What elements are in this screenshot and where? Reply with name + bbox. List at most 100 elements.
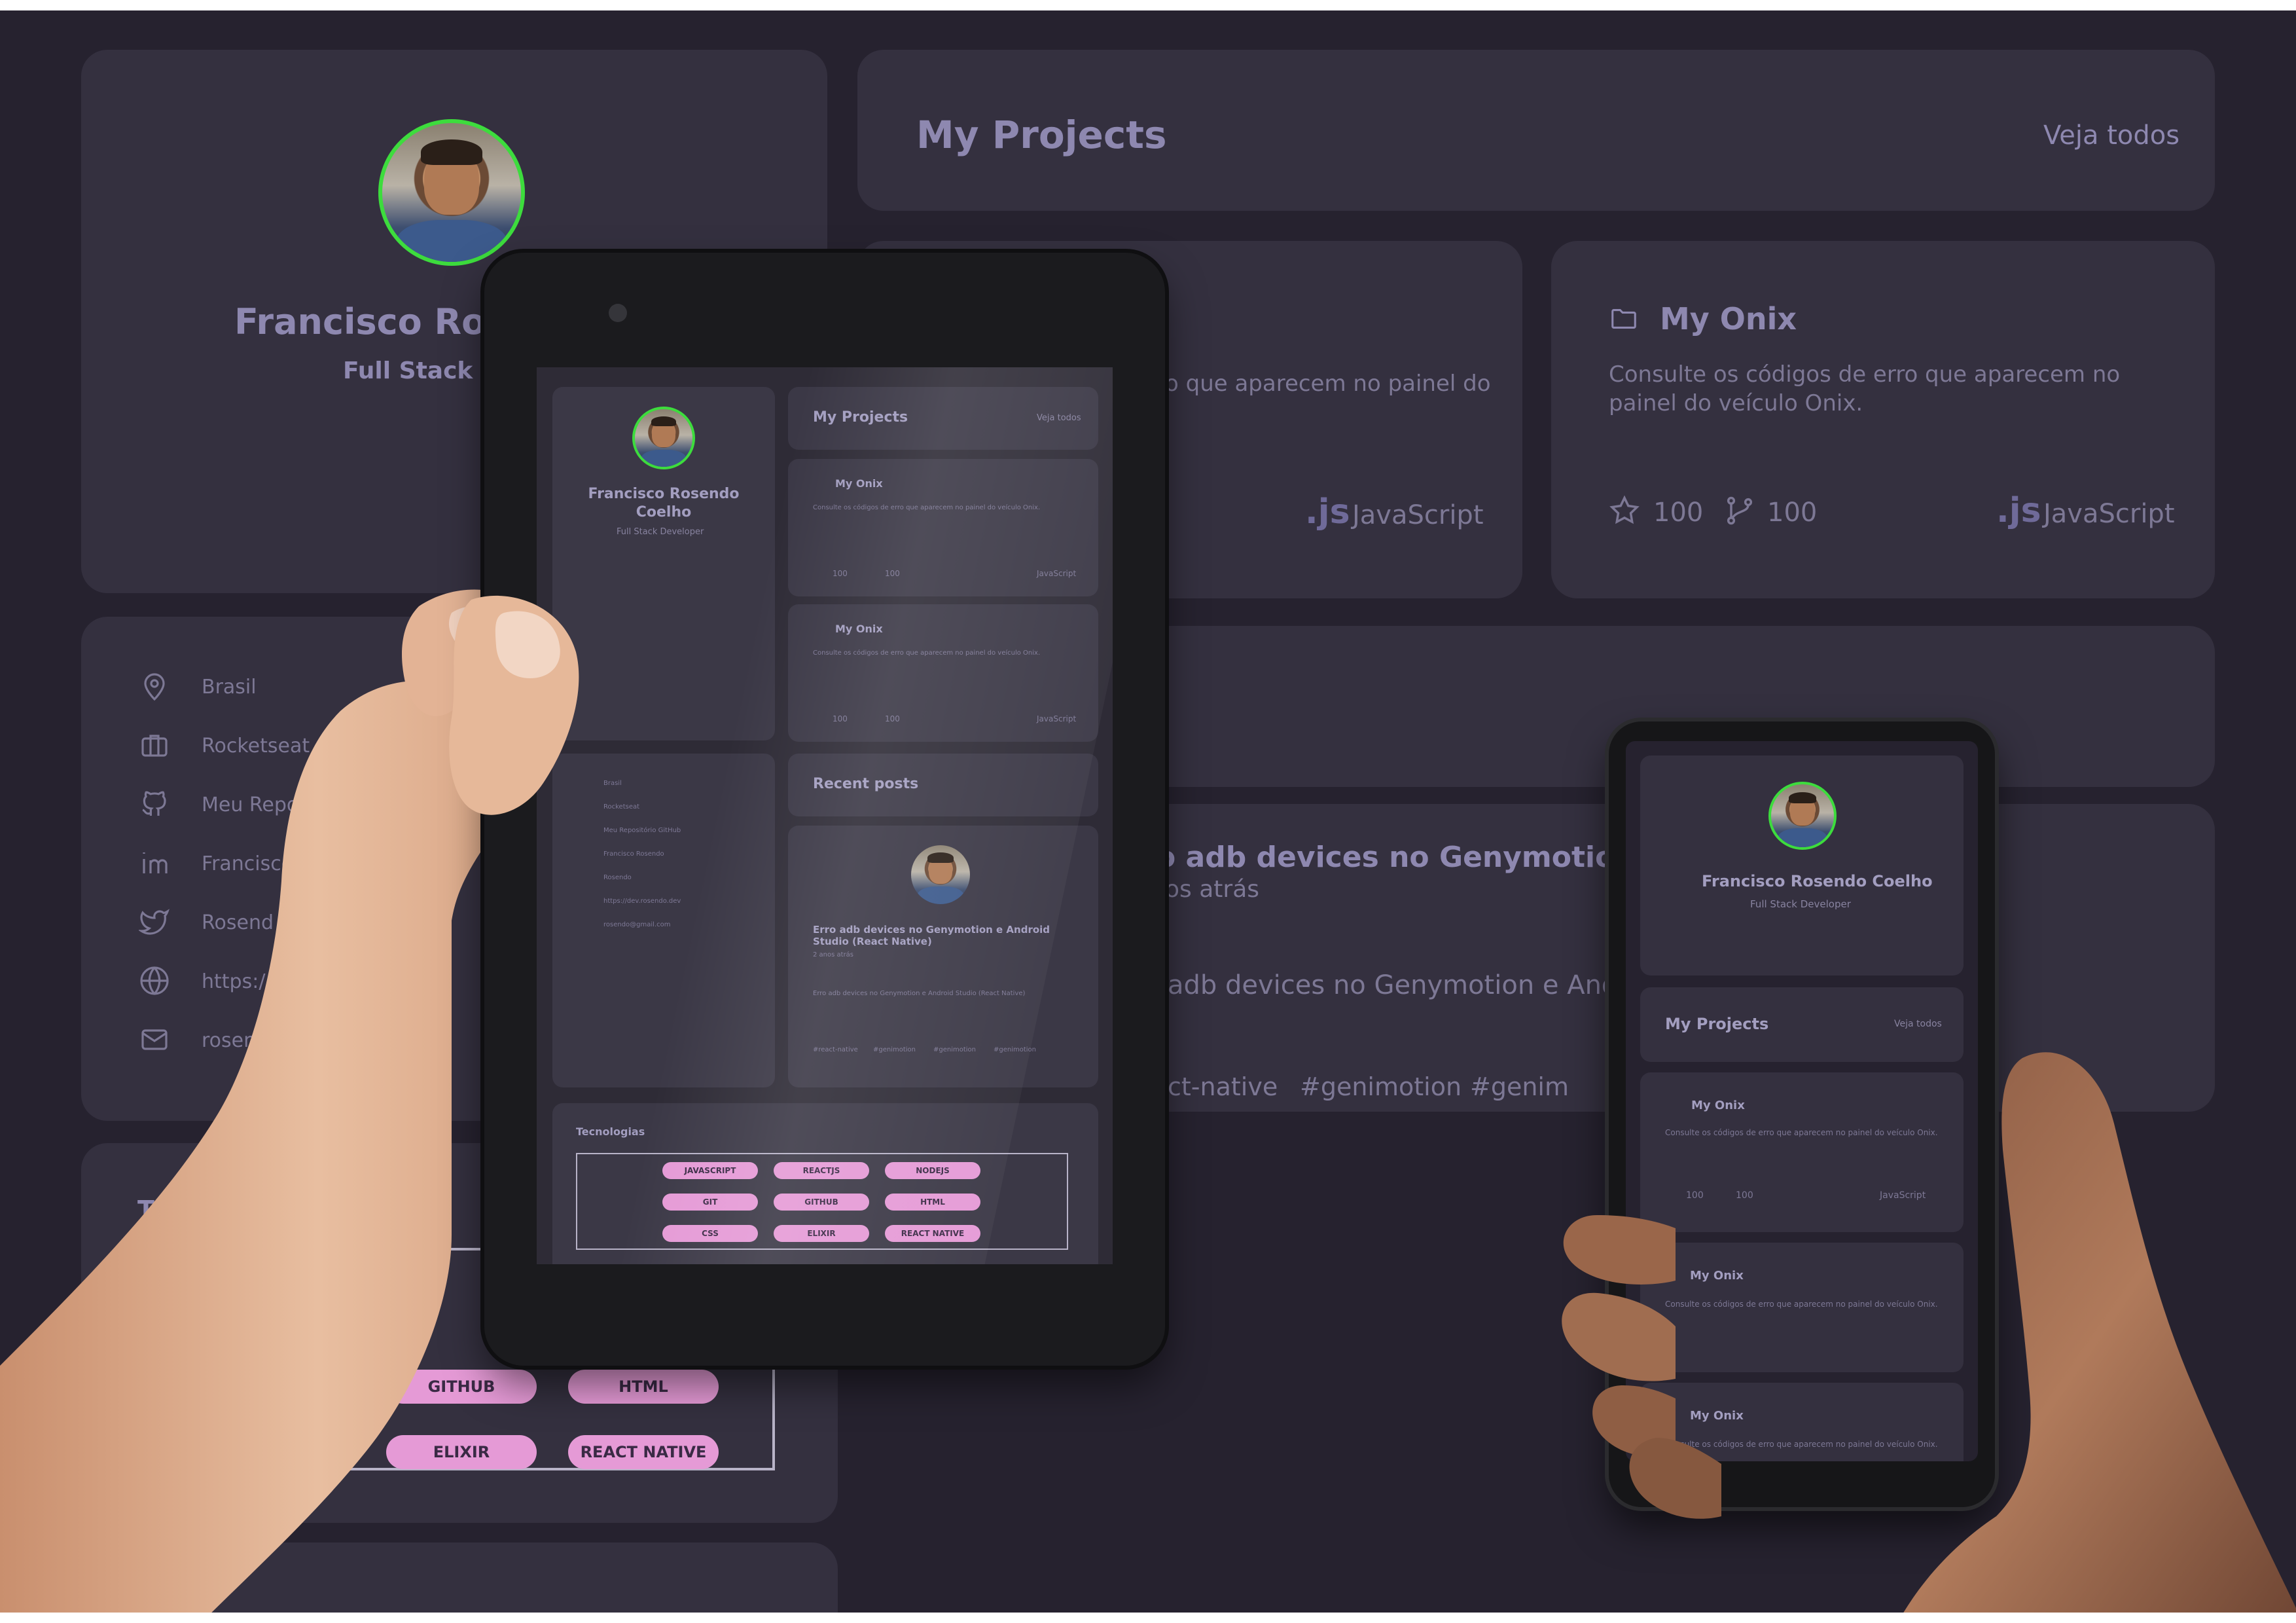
sidebar-item-twitter[interactable]: Rosend <box>202 911 274 934</box>
see-all-link[interactable]: Veja todos <box>2043 120 2179 151</box>
linkedin-icon <box>143 852 168 873</box>
avatar <box>1768 782 1837 850</box>
tech-pill-github: GITHUB <box>386 1370 537 1404</box>
tablet-post-tag[interactable]: #react-native <box>813 1046 858 1055</box>
phone-screen: Francisco Rosendo Coelho Full Stack Deve… <box>1626 741 1978 1461</box>
tablet-profile-name-line1: Francisco Rosendo <box>588 486 740 502</box>
phone-profile-name: Francisco Rosendo Coelho <box>1702 872 1933 890</box>
phone-device: Francisco Rosendo Coelho Full Stack Deve… <box>1609 721 1995 1507</box>
phone-project-card[interactable]: My Onix Consulte os códigos de erro que … <box>1640 1243 1964 1372</box>
tablet-recent-posts-title: Recent posts <box>813 776 919 792</box>
tablet-tech-pill: ELIXIR <box>774 1225 869 1242</box>
project-title: My Onix <box>1660 301 1797 337</box>
tablet-see-all-link[interactable]: Veja todos <box>1037 413 1081 423</box>
sidebar-item-email[interactable]: rosend <box>202 1029 268 1052</box>
tablet-tech-card: Tecnologias JAVASCRIPT REACTJS NODEJS GI… <box>552 1103 1098 1264</box>
avatar <box>911 845 970 904</box>
phone-project-title: My Onix <box>1690 1409 1744 1423</box>
phone-projects-title: My Projects <box>1665 1015 1769 1033</box>
tablet-tech-pill: CSS <box>662 1225 758 1242</box>
star-icon <box>1609 495 1640 524</box>
phone-project-description: Consulte os códigos de erro que aparecem… <box>1665 1440 1938 1449</box>
phone-project-stars: 100 <box>1686 1190 1704 1201</box>
post-tag[interactable]: #genim <box>1470 1072 1569 1101</box>
projects-header-card: My Projects Veja todos <box>857 50 2215 211</box>
phone-project-title: My Onix <box>1690 1269 1744 1283</box>
tablet-sidebar-github[interactable]: Meu Repositório GitHub <box>603 827 681 834</box>
phone-project-language: JavaScript <box>1880 1190 1926 1201</box>
avatar <box>632 407 695 469</box>
mockup-canvas: Francisco Rose Full Stack De Brasil Rock… <box>0 10 2296 1613</box>
tablet-project-language: JavaScript <box>1037 714 1077 723</box>
tablet-profile-name-line2: Coelho <box>636 504 692 520</box>
briefcase-icon <box>141 735 168 757</box>
tablet-post-tag[interactable]: #genimotion <box>933 1046 976 1055</box>
avatar <box>378 119 525 266</box>
phone-project-description: Consulte os códigos de erro que aparecem… <box>1665 1128 1938 1137</box>
tablet-profile-role: Full Stack Developer <box>617 527 704 537</box>
tablet-project-title: My Onix <box>835 477 883 490</box>
tablet-project-card[interactable]: My Onix Consulte os códigos de erro que … <box>788 459 1098 596</box>
tablet-project-description: Consulte os códigos de erro que aparecem… <box>813 504 1041 511</box>
sidebar-item-location: Brasil <box>202 676 257 699</box>
tablet-sidebar-location: Brasil <box>603 780 622 787</box>
tablet-recent-posts-header: Recent posts <box>788 754 1098 816</box>
tech-pill-css: CSS <box>203 1435 353 1469</box>
tablet-post-tag[interactable]: #genimotion <box>994 1046 1036 1055</box>
left-thumb <box>449 595 579 815</box>
post-tag[interactable]: ct-native <box>1168 1072 1278 1101</box>
tablet-project-forks: 100 <box>885 569 900 578</box>
tablet-sidebar-linkedin[interactable]: Francisco Rosendo <box>603 850 664 858</box>
project-language: JavaScript <box>2043 499 2175 529</box>
tablet-project-card[interactable]: My Onix Consulte os códigos de erro que … <box>788 604 1098 742</box>
tech-pill-elixir: ELIXIR <box>386 1435 537 1469</box>
projects-title: My Projects <box>916 113 1167 157</box>
tech-pill-html: HTML <box>568 1370 719 1404</box>
bottom-card <box>81 1542 838 1613</box>
tablet-tech-pill: GIT <box>662 1194 758 1211</box>
tablet-project-language: JavaScript <box>1037 569 1077 578</box>
github-icon <box>142 791 166 816</box>
phone-profile-card: Francisco Rosendo Coelho Full Stack Deve… <box>1640 756 1964 976</box>
tech-title: Tecnologias <box>137 1195 301 1224</box>
tablet-project-title: My Onix <box>835 623 883 635</box>
tablet-tech-pill: REACTJS <box>774 1162 869 1179</box>
tablet-project-stars: 100 <box>833 569 848 578</box>
sidebar-item-website[interactable]: https:/ <box>202 970 265 993</box>
tablet-projects-header: My Projects Veja todos <box>788 387 1098 450</box>
tablet-screen: Francisco Rosendo Coelho Full Stack Deve… <box>537 367 1113 1264</box>
sidebar-item-github[interactable]: Meu Repo <box>202 793 298 816</box>
phone-see-all-link[interactable]: Veja todos <box>1894 1019 1942 1029</box>
tablet-post-title: Erro adb devices no Genymotion e Android… <box>813 924 1050 947</box>
tablet-tech-pill: GITHUB <box>774 1194 869 1211</box>
phone-project-card[interactable]: My Onix Consulte os códigos de erro que … <box>1640 1383 1964 1461</box>
phone-project-description: Consulte os códigos de erro que aparecem… <box>1665 1300 1938 1309</box>
project-card[interactable]: My Onix Consulte os códigos de erro que … <box>1551 241 2215 598</box>
tablet-post-card[interactable]: Erro adb devices no Genymotion e Android… <box>788 826 1098 1087</box>
tablet-post-tag[interactable]: #genimotion <box>873 1046 916 1055</box>
phone-profile-role: Full Stack Developer <box>1750 898 1851 910</box>
post-tag[interactable]: #genimotion <box>1300 1072 1462 1101</box>
project-language: JavaScript <box>1352 500 1484 530</box>
tablet-project-description: Consulte os códigos de erro que aparecem… <box>813 649 1041 657</box>
phone-project-card[interactable]: My Onix Consulte os códigos de erro que … <box>1640 1072 1964 1232</box>
tablet-camera <box>609 304 627 322</box>
twitter-icon <box>139 909 170 935</box>
tablet-sidebar-website[interactable]: https://dev.rosendo.dev <box>603 898 681 905</box>
tablet-tech-pill: HTML <box>885 1194 980 1211</box>
tablet-projects-title: My Projects <box>813 409 908 426</box>
tablet-sidebar-email[interactable]: rosendo@gmail.com <box>603 921 671 928</box>
tablet-post-time: 2 anos atrás <box>813 951 854 958</box>
globe-icon <box>140 966 169 995</box>
folder-icon <box>1611 309 1636 329</box>
phone-projects-header: My Projects Veja todos <box>1640 987 1964 1062</box>
tablet-sidebar-twitter[interactable]: Rosendo <box>603 874 632 881</box>
sidebar-item-linkedin[interactable]: Francisco <box>202 852 293 875</box>
js-icon: .js <box>1996 491 2041 530</box>
tablet-tech-pill: NODEJS <box>885 1162 980 1179</box>
location-icon <box>144 673 165 701</box>
tablet-tech-pill: REACT NATIVE <box>885 1225 980 1242</box>
tablet-sidebar-company: Rocketseat <box>603 803 640 811</box>
project-description: o que aparecem no painel do <box>1165 371 1491 397</box>
phone-project-forks: 100 <box>1736 1190 1753 1201</box>
